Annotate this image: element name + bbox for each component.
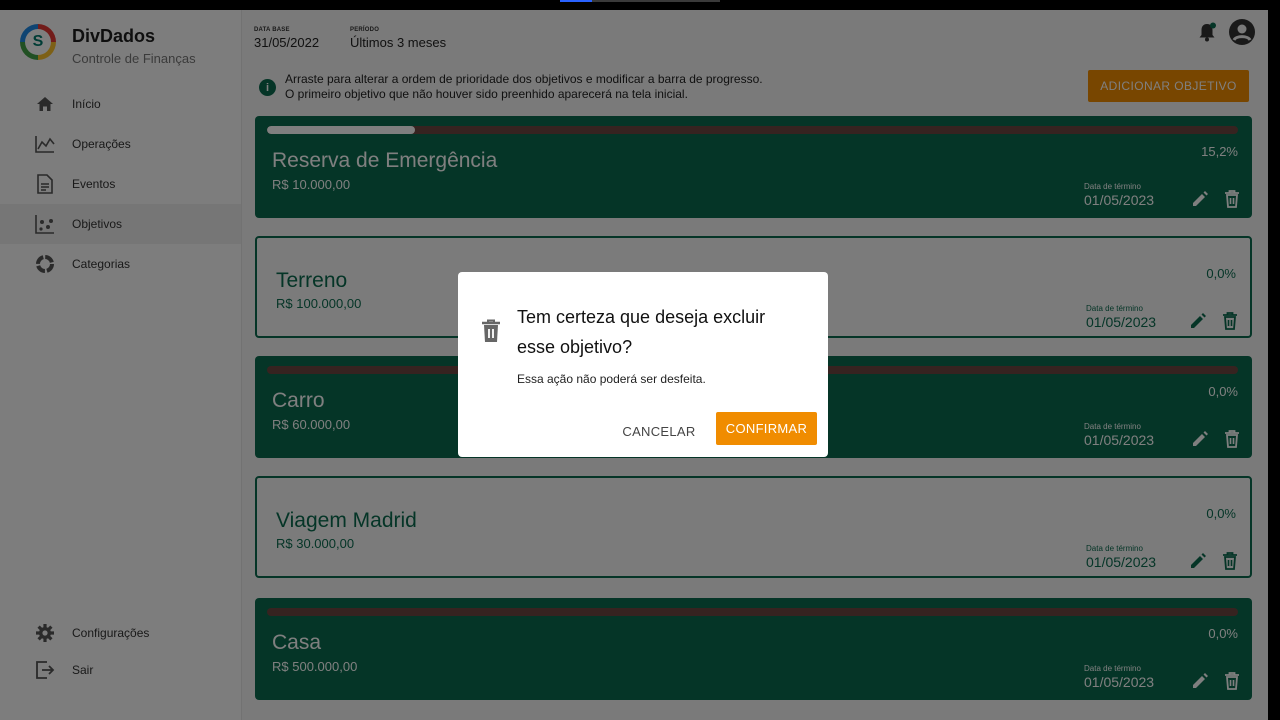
browser-top-strip — [0, 0, 1280, 10]
right-edge-strip — [1268, 10, 1280, 720]
trash-icon — [480, 319, 502, 342]
app-window: S DivDados Controle de Finanças Início O… — [0, 10, 1268, 720]
dialog-title: Tem certeza que deseja excluir esse obje… — [517, 307, 766, 357]
cancel-button[interactable]: CANCELAR — [614, 420, 704, 444]
confirm-button[interactable]: CONFIRMAR — [716, 412, 817, 445]
tab-indicator — [560, 0, 720, 2]
dialog-message: Essa ação não poderá ser desfeita. — [517, 372, 706, 386]
delete-confirm-dialog: Tem certeza que deseja excluir esse obje… — [458, 272, 828, 457]
